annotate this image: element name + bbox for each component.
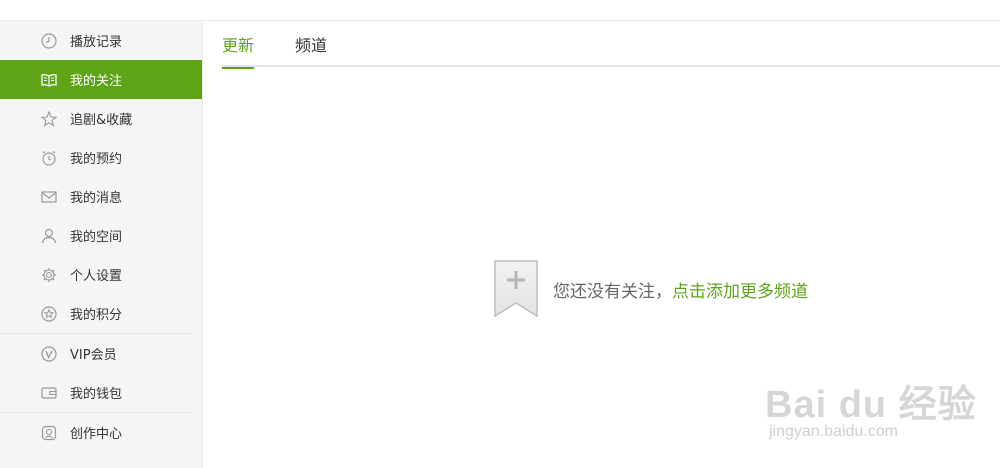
sidebar-item-label: 我的消息 [70,191,123,206]
envelope-icon [40,188,58,206]
sidebar-group-vip: VIP会员 我的钱包 [0,334,192,413]
empty-state-text: 您还没有关注， [553,282,672,302]
tab-channels[interactable]: 频道 [295,32,327,67]
sidebar-item-creator-center[interactable]: 创作中心 [0,413,202,452]
clock-icon [40,32,58,50]
sidebar-item-label: 我的空间 [70,230,123,245]
page: 播放记录 我的关注 追剧&收藏 我的预约 我的消息 我的空间 个人设置 我的积分… [0,0,1000,468]
open-book-icon [40,71,58,89]
sidebar-item-space[interactable]: 我的空间 [0,216,202,255]
tab-bar: 更新 频道 [222,21,1000,69]
empty-state: 您还没有关注，点击添加更多频道 [493,259,893,319]
sidebar-item-vip[interactable]: VIP会员 [0,334,202,373]
gear-icon [40,266,58,284]
add-channels-link[interactable]: 点击添加更多频道 [672,282,808,302]
person-icon [40,227,58,245]
star-circle-icon [40,305,58,323]
sidebar-item-label: 追剧&收藏 [70,113,133,128]
sidebar-item-reservations[interactable]: 我的预约 [0,138,202,177]
sidebar: 播放记录 我的关注 追剧&收藏 我的预约 我的消息 我的空间 个人设置 我的积分… [0,21,203,468]
sidebar-item-messages[interactable]: 我的消息 [0,177,202,216]
tab-updates[interactable]: 更新 [222,32,255,69]
vip-icon [40,345,58,363]
watermark-url: jingyan.baidu.com [769,423,898,440]
sidebar-item-label: 我的关注 [70,74,123,89]
sidebar-item-label: 播放记录 [70,35,123,50]
sidebar-item-label: 我的预约 [70,152,123,167]
top-bar [0,0,1000,21]
sidebar-group-main: 播放记录 我的关注 追剧&收藏 我的预约 我的消息 我的空间 个人设置 我的积分 [0,21,202,334]
sidebar-group-creator: 创作中心 [0,413,192,452]
sidebar-item-following[interactable]: 我的关注 [0,60,202,99]
watermark: Bai du 经验 jingyan.baidu.com [765,355,990,455]
sidebar-item-history[interactable]: 播放记录 [0,21,202,60]
sidebar-item-label: 我的积分 [70,308,123,323]
sidebar-item-label: VIP会员 [70,348,117,363]
sidebar-item-wallet[interactable]: 我的钱包 [0,373,202,412]
alarm-clock-icon [40,149,58,167]
bookmark-plus-icon [493,259,539,323]
creator-icon [40,424,58,442]
sidebar-item-favorites[interactable]: 追剧&收藏 [0,99,202,138]
sidebar-item-points[interactable]: 我的积分 [0,294,202,333]
sidebar-item-label: 个人设置 [70,269,123,284]
sidebar-item-settings[interactable]: 个人设置 [0,255,202,294]
watermark-brand: Bai du 经验 [765,384,977,426]
sidebar-item-label: 创作中心 [70,427,123,442]
empty-state-message: 您还没有关注，点击添加更多频道 [553,277,808,302]
wallet-icon [40,384,58,402]
sidebar-item-label: 我的钱包 [70,387,123,402]
star-icon [40,110,58,128]
